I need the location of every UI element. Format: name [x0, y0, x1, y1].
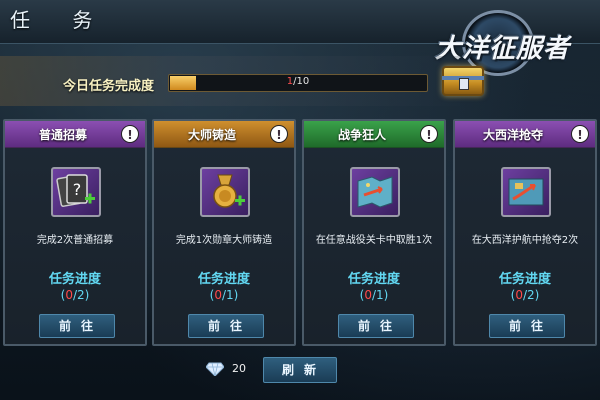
info-icon[interactable]: !	[121, 125, 139, 143]
card-title: 普通招募	[38, 128, 87, 142]
battle-map-icon	[350, 167, 400, 217]
task-progress-value: (0/1)	[359, 288, 389, 302]
page-title: 任 务	[10, 8, 111, 32]
medal-forge-icon	[200, 167, 250, 217]
go-button[interactable]: 前往	[39, 314, 115, 338]
daily-progress-bar: 1/10	[168, 74, 428, 92]
card-title: 大西洋抢夺	[482, 128, 543, 142]
task-card-war: 战争狂人 ! 在任意战役关卡中取胜1次 任务进度 (0/1) 前往	[302, 119, 446, 346]
info-icon[interactable]: !	[571, 125, 589, 143]
daily-progress-total: /10	[293, 76, 310, 87]
card-header: 大西洋抢夺 !	[455, 121, 595, 148]
card-header: 普通招募 !	[5, 121, 145, 148]
task-progress-label: 任务进度	[498, 272, 551, 287]
diamond-icon	[205, 361, 225, 377]
recruit-card-icon: ?	[51, 167, 101, 217]
go-button[interactable]: 前往	[489, 314, 565, 338]
card-header: 大师铸造 !	[154, 121, 294, 148]
task-progress-value: (0/2)	[510, 288, 540, 302]
task-progress-label: 任务进度	[347, 272, 400, 287]
task-progress-current: 0	[364, 288, 372, 302]
diamond-cost: 20	[232, 362, 246, 375]
task-progress-current: 0	[65, 288, 73, 302]
go-button[interactable]: 前往	[188, 314, 264, 338]
svg-text:?: ?	[73, 180, 82, 199]
go-button[interactable]: 前往	[338, 314, 414, 338]
task-progress-label: 任务进度	[197, 272, 250, 287]
task-progress-total: /1)	[221, 288, 239, 302]
task-card-forge: 大师铸造 ! 完成1次勋章大师铸造 任务进度 (0/1) 前往	[152, 119, 296, 346]
refresh-button[interactable]: 刷新	[263, 357, 337, 383]
info-icon[interactable]: !	[270, 125, 288, 143]
task-progress-value: (0/2)	[60, 288, 90, 302]
task-progress-total: /2)	[522, 288, 540, 302]
card-description: 完成2次普通招募	[36, 235, 114, 246]
task-progress-total: /1)	[371, 288, 389, 302]
card-header: 战争狂人 !	[304, 121, 444, 148]
task-card-recruit: 普通招募 ! ? 完成2次普通招募 任务进度 (0/2) 前往	[3, 119, 147, 346]
task-card-atlantic: 大西洋抢夺 ! 在大西洋护航中抢夺2次 任务进度 (0/2) 前往	[453, 119, 597, 346]
task-progress-current: 0	[214, 288, 222, 302]
daily-progress-label: 今日任务完成度	[63, 79, 155, 94]
task-progress-label: 任务进度	[48, 272, 101, 287]
task-progress-value: (0/1)	[209, 288, 239, 302]
treasure-chest-icon[interactable]	[442, 66, 484, 96]
card-title: 战争狂人	[337, 128, 386, 142]
task-progress-total: /2)	[72, 288, 90, 302]
daily-progress-text: 1/10	[169, 76, 427, 87]
atlantic-plunder-icon	[501, 167, 551, 217]
card-description: 在大西洋护航中抢夺2次	[471, 235, 579, 246]
card-title: 大师铸造	[187, 128, 236, 142]
card-description: 在任意战役关卡中取胜1次	[315, 235, 433, 246]
task-progress-current: 0	[515, 288, 523, 302]
info-icon[interactable]: !	[420, 125, 438, 143]
card-description: 完成1次勋章大师铸造	[175, 235, 273, 246]
